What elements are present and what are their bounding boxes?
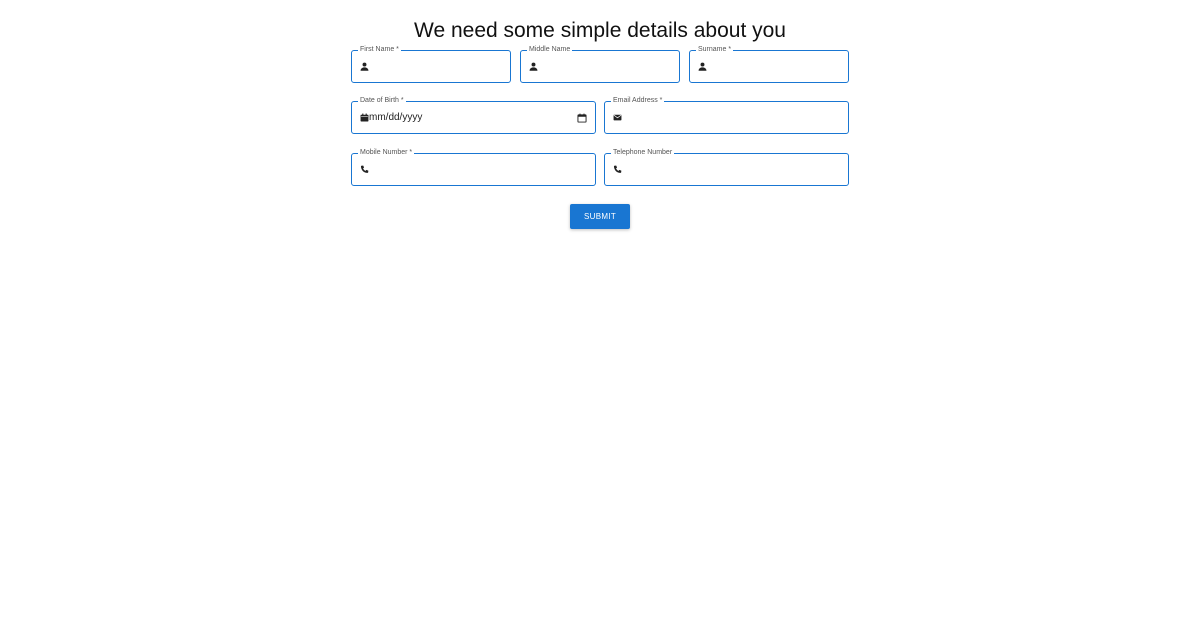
mobile-number-label: Mobile Number * (358, 148, 415, 158)
calendar-icon (360, 113, 369, 122)
middle-name-label: Middle Name (527, 45, 573, 55)
mobile-number-field[interactable]: Mobile Number * (351, 148, 596, 186)
person-icon (529, 62, 538, 71)
middle-name-field[interactable]: Middle Name (520, 45, 680, 83)
page: We need some simple details about you Fi… (0, 0, 1200, 630)
date-of-birth-placeholder[interactable]: mm/dd/yyyy (369, 112, 422, 124)
telephone-number-label: Telephone Number (611, 148, 675, 158)
first-name-field[interactable]: First Name * (351, 45, 511, 83)
email-input[interactable] (629, 108, 842, 127)
page-title: We need some simple details about you (414, 19, 786, 42)
person-icon (698, 62, 707, 71)
first-name-input[interactable] (376, 57, 504, 76)
telephone-number-input[interactable] (629, 160, 842, 179)
first-name-label: First Name * (358, 45, 401, 55)
phone-icon (360, 165, 369, 174)
person-icon (360, 62, 369, 71)
envelope-icon (613, 113, 622, 122)
submit-button[interactable]: SUBMIT (570, 204, 630, 229)
email-label: Email Address * (611, 96, 665, 106)
surname-field[interactable]: Surname * (689, 45, 849, 83)
date-of-birth-field[interactable]: Date of Birth * mm/dd/yyyy (351, 96, 596, 134)
mobile-number-input[interactable] (376, 160, 589, 179)
middle-name-input[interactable] (545, 57, 673, 76)
phone-icon (613, 165, 622, 174)
surname-input[interactable] (714, 57, 842, 76)
surname-label: Surname * (696, 45, 734, 55)
email-field[interactable]: Email Address * (604, 96, 849, 134)
date-of-birth-label: Date of Birth * (358, 96, 406, 106)
date-picker-icon[interactable] (577, 113, 587, 123)
telephone-number-field[interactable]: Telephone Number (604, 148, 849, 186)
